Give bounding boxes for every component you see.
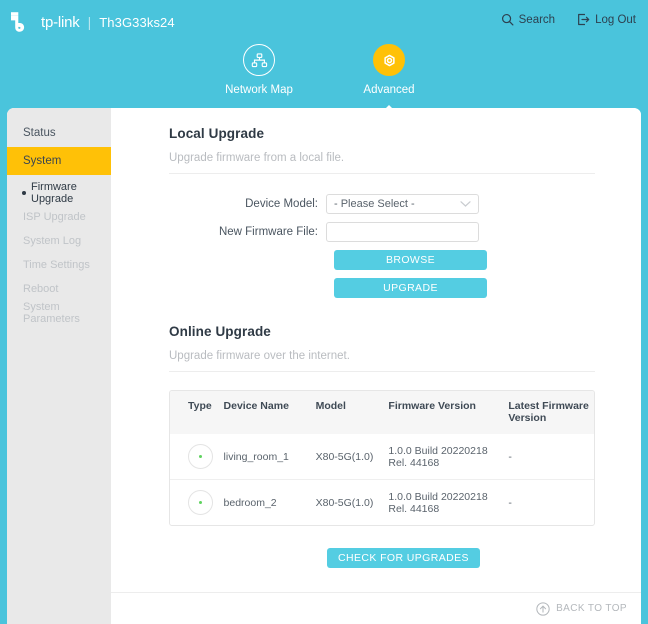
logout-label: Log Out	[595, 13, 636, 26]
sidebar-item-reboot-label: Reboot	[23, 283, 59, 295]
device-status-icon	[188, 444, 213, 469]
online-upgrade-description: Upgrade firmware over the internet.	[169, 350, 595, 372]
status-dot	[199, 455, 202, 458]
chevron-down-icon	[460, 201, 471, 207]
firmware-file-input[interactable]	[326, 222, 479, 242]
sidebar-item-system-parameters[interactable]: System Parameters	[7, 301, 111, 325]
row-type-cell	[170, 479, 224, 525]
tab-network-map-label: Network Map	[225, 84, 293, 96]
check-spacer	[169, 548, 327, 568]
table-header-row: Type Device Name Model Firmware Version …	[170, 391, 594, 434]
devices-table: Type Device Name Model Firmware Version …	[170, 391, 594, 525]
check-for-upgrades-button[interactable]: CHECK FOR UPGRADES	[327, 548, 480, 568]
tab-advanced[interactable]: Advanced	[346, 44, 432, 114]
devices-table-wrapper: Type Device Name Model Firmware Version …	[169, 390, 595, 526]
browse-button[interactable]: BROWSE	[334, 250, 487, 270]
local-upgrade-title: Local Upgrade	[169, 126, 265, 141]
brand-name: tp-link	[41, 13, 80, 31]
devices-table-head: Type Device Name Model Firmware Version …	[170, 391, 594, 434]
tab-network-map[interactable]: Network Map	[216, 44, 302, 96]
brand-separator: |	[87, 14, 92, 30]
footer-bar: BACK TO TOP	[111, 593, 641, 624]
search-label: Search	[518, 13, 556, 26]
tab-advanced-label: Advanced	[363, 84, 415, 96]
online-upgrade-title: Online Upgrade	[169, 324, 271, 339]
browse-row: BROWSE	[169, 250, 595, 270]
network-map-icon	[251, 52, 267, 67]
firmware-file-row: New Firmware File:	[169, 222, 595, 242]
sidebar-item-system-parameters-label: System Parameters	[23, 301, 80, 325]
row-latest-firmware-version: -	[508, 479, 594, 525]
row-firmware-version: 1.0.0 Build 20220218 Rel. 44168	[388, 479, 509, 525]
table-row[interactable]: bedroom_2 X80-5G(1.0) 1.0.0 Build 202202…	[170, 479, 594, 525]
back-to-top-label: BACK TO TOP	[556, 603, 627, 614]
column-header-firmware-version: Firmware Version	[388, 391, 509, 434]
sidebar-item-isp-upgrade-label: ISP Upgrade	[23, 211, 86, 223]
row-device-name: living_room_1	[223, 450, 289, 463]
back-to-top-button[interactable]: BACK TO TOP	[536, 601, 627, 616]
sidebar-item-status-label: Status	[23, 127, 56, 139]
sidebar-item-reboot[interactable]: Reboot	[7, 277, 111, 301]
local-upgrade-description: Upgrade firmware from a local file.	[169, 152, 595, 174]
logout-button[interactable]: Log Out	[577, 13, 636, 26]
sidebar-item-isp-upgrade[interactable]: ISP Upgrade	[7, 205, 111, 229]
router-admin-page: tp-link | Th3G33ks24 Search Log Out Netw…	[0, 0, 648, 624]
sidebar-item-time-settings[interactable]: Time Settings	[7, 253, 111, 277]
row-model: X80-5G(1.0)	[315, 479, 389, 525]
sidebar-item-system-label: System	[23, 155, 62, 167]
row-model: X80-5G(1.0)	[315, 450, 374, 463]
header-actions: Search Log Out	[501, 13, 636, 26]
column-header-type: Type	[170, 391, 224, 434]
row-type-cell	[170, 434, 224, 480]
device-model-select[interactable]: - Please Select -	[326, 194, 479, 214]
main-content: Local Upgrade Upgrade firmware from a lo…	[111, 108, 641, 624]
devices-table-body: living_room_1 X80-5G(1.0) 1.0.0 Build 20…	[170, 434, 594, 525]
device-status-icon	[188, 490, 213, 515]
back-to-top-icon	[536, 601, 550, 616]
sidebar-item-firmware-upgrade-label: Firmware Upgrade	[31, 181, 77, 205]
sidebar-item-system-log-label: System Log	[23, 235, 82, 247]
column-header-latest-firmware-version: Latest Firmware Version	[508, 391, 594, 434]
sidebar: Status System Firmware Upgrade ISP Upgra…	[7, 108, 111, 624]
firmware-file-label: New Firmware File:	[218, 226, 318, 238]
check-upgrades-row: CHECK FOR UPGRADES	[169, 548, 595, 568]
device-name-label: Th3G33ks24	[99, 14, 175, 30]
brand: tp-link | Th3G33ks24	[10, 11, 175, 33]
device-model-label: Device Model:	[245, 198, 318, 210]
column-header-model: Model	[315, 391, 389, 434]
gear-icon	[383, 54, 395, 66]
local-upgrade-form: Device Model: - Please Select - New Firm…	[169, 194, 595, 298]
sidebar-item-status[interactable]: Status	[7, 119, 111, 147]
upgrade-spacer	[169, 278, 334, 298]
sidebar-item-time-settings-label: Time Settings	[23, 259, 90, 271]
page-header: tp-link | Th3G33ks24 Search Log Out Netw…	[0, 0, 648, 114]
status-dot	[199, 501, 202, 504]
sidebar-item-firmware-upgrade[interactable]: Firmware Upgrade	[7, 181, 111, 205]
logout-icon	[578, 13, 590, 26]
search-button[interactable]: Search	[501, 13, 555, 26]
search-icon	[501, 13, 514, 26]
online-upgrade-section: Online Upgrade Upgrade firmware over the…	[169, 324, 595, 568]
row-latest-firmware-version: -	[508, 450, 512, 463]
advanced-circle	[373, 44, 405, 76]
upgrade-button[interactable]: UPGRADE	[334, 278, 487, 298]
content-panel: Status System Firmware Upgrade ISP Upgra…	[7, 108, 641, 624]
device-model-row: Device Model: - Please Select -	[169, 194, 595, 214]
tp-link-logo-icon	[11, 12, 25, 32]
sidebar-item-system[interactable]: System	[7, 147, 111, 175]
column-header-device-name: Device Name	[223, 391, 316, 434]
table-row[interactable]: living_room_1 X80-5G(1.0) 1.0.0 Build 20…	[170, 434, 594, 480]
upgrade-row: UPGRADE	[169, 278, 595, 298]
network-map-circle	[243, 44, 275, 76]
device-model-value: - Please Select -	[334, 198, 415, 210]
browse-spacer	[169, 250, 334, 270]
row-firmware-version: 1.0.0 Build 20220218 Rel. 44168	[388, 444, 488, 469]
main-navigation: Network Map Advanced	[0, 44, 648, 114]
row-device-name: bedroom_2	[223, 479, 316, 525]
sidebar-item-system-log[interactable]: System Log	[7, 229, 111, 253]
